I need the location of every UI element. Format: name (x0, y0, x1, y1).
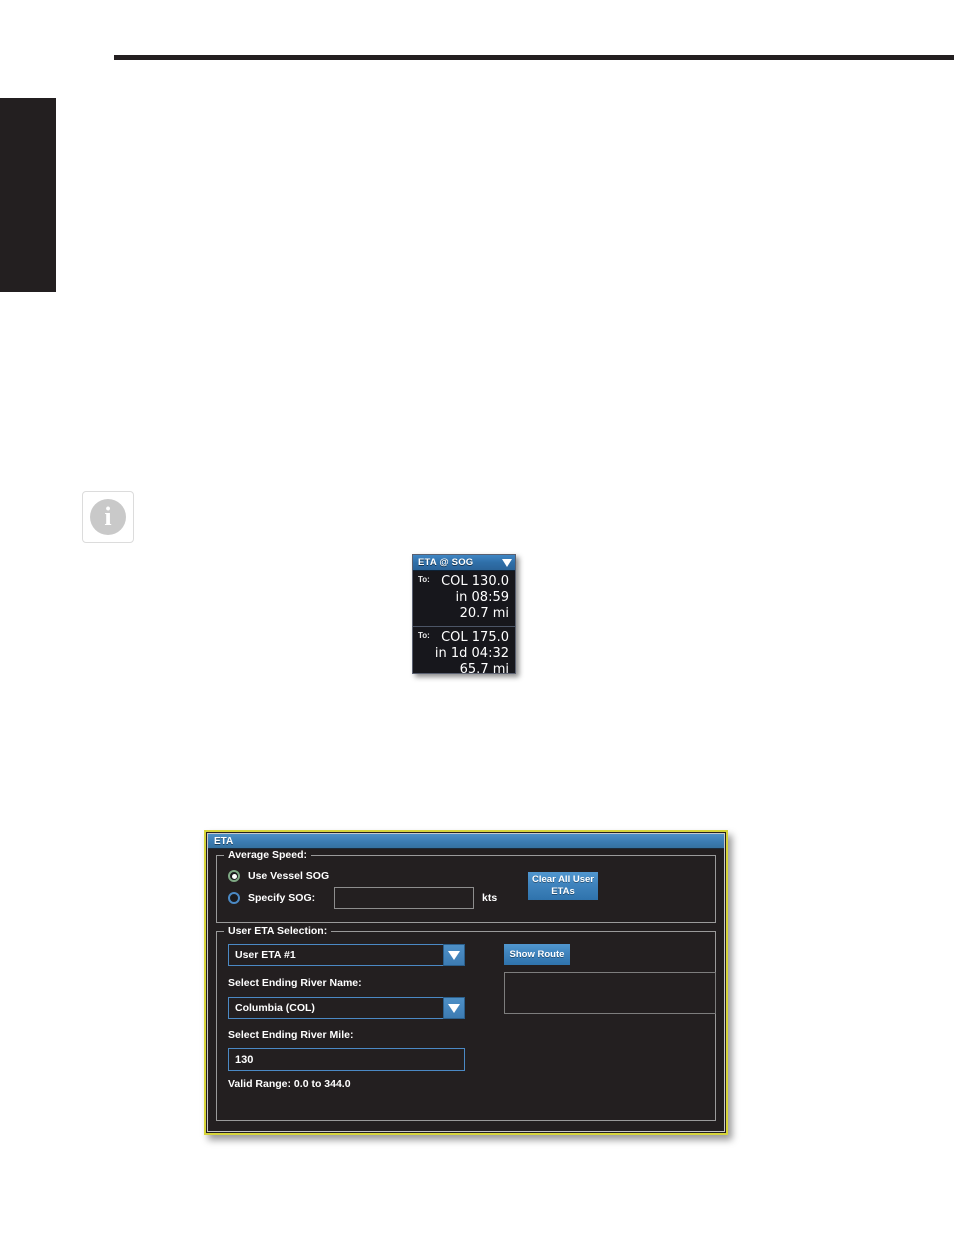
ending-river-name-value: Columbia (COL) (228, 997, 443, 1019)
valid-range-label: Valid Range: 0.0 to 344.0 (228, 1078, 351, 1090)
clear-all-user-etas-button[interactable]: Clear All User ETAs (528, 872, 598, 900)
eta-row-distance: 65.7 mi (459, 662, 509, 677)
eta-row-eta: in 08:59 (455, 590, 509, 605)
eta-row-destination: COL 175.0 (441, 630, 509, 645)
eta-dialog-title: ETA (214, 835, 234, 847)
eta-row-eta: in 1d 04:32 (434, 646, 509, 661)
user-eta-selection-group: User ETA Selection: User ETA #1 Show Rou… (216, 925, 716, 1121)
radio-use-vessel-sog-label: Use Vessel SOG (248, 870, 330, 882)
eta-at-sog-widget: ETA @ SOG To: COL 130.0 in 08:59 20.7 mi… (412, 554, 516, 677)
info-icon-glyph: i (104, 502, 112, 531)
ending-river-name-arrow[interactable] (443, 997, 465, 1019)
specify-sog-input[interactable] (334, 887, 474, 909)
eta-dialog: ETA Average Speed: Use Vessel SOG Specif… (204, 830, 728, 1135)
average-speed-group: Average Speed: Use Vessel SOG Specify SO… (216, 849, 716, 923)
eta-at-sog-titlebar[interactable]: ETA @ SOG (413, 555, 515, 571)
radio-use-vessel-sog-indicator[interactable] (228, 870, 240, 882)
radio-use-vessel-sog[interactable]: Use Vessel SOG (228, 870, 329, 882)
page-header-rule (114, 55, 954, 60)
radio-specify-sog-indicator[interactable] (228, 892, 240, 904)
radio-specify-sog[interactable]: Specify SOG: (228, 892, 315, 904)
chevron-down-icon (448, 1003, 460, 1013)
ending-river-mile-label: Select Ending River Mile: (228, 1029, 354, 1041)
route-info-panel (504, 972, 716, 1014)
chevron-down-icon[interactable] (502, 558, 512, 567)
eta-at-sog-title: ETA @ SOG (418, 557, 474, 568)
ending-river-mile-input[interactable]: 130 (228, 1048, 465, 1071)
eta-row-to-label: To: (418, 631, 430, 640)
ending-river-name-select[interactable]: Columbia (COL) (228, 997, 465, 1019)
eta-row-destination: COL 130.0 (441, 574, 509, 589)
user-eta-select-value: User ETA #1 (228, 944, 443, 966)
average-speed-legend: Average Speed: (224, 849, 311, 861)
page-side-tab (0, 98, 56, 292)
user-eta-select[interactable]: User ETA #1 (228, 944, 465, 966)
eta-dialog-titlebar[interactable]: ETA (208, 834, 724, 849)
eta-row-distance: 20.7 mi (459, 606, 509, 621)
show-route-button[interactable]: Show Route (504, 944, 570, 965)
radio-specify-sog-label: Specify SOG: (248, 892, 316, 904)
user-eta-selection-legend: User ETA Selection: (224, 925, 332, 937)
chevron-down-icon (448, 950, 460, 960)
sog-unit-label: kts (482, 892, 498, 904)
note-callout: i (82, 491, 134, 543)
user-eta-select-arrow[interactable] (443, 944, 465, 966)
eta-row: To: COL 175.0 in 1d 04:32 65.7 mi (413, 626, 515, 682)
eta-row: To: COL 130.0 in 08:59 20.7 mi (413, 571, 515, 626)
ending-river-name-label: Select Ending River Name: (228, 977, 362, 989)
eta-row-to-label: To: (418, 575, 430, 584)
info-icon: i (90, 499, 126, 535)
